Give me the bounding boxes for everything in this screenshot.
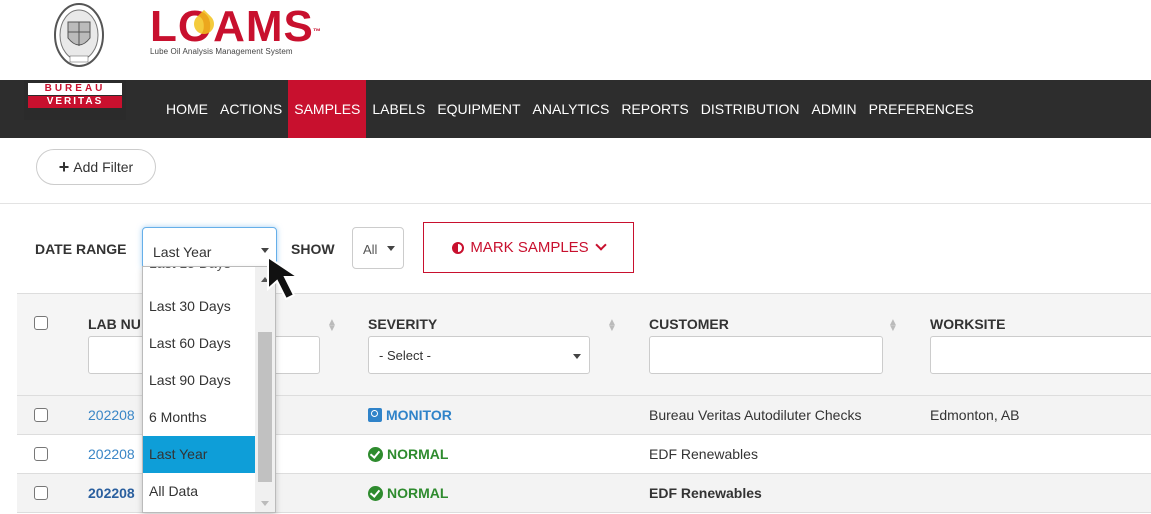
add-filter-label: Add Filter	[73, 159, 134, 175]
show-select[interactable]: All	[352, 227, 404, 269]
severity-filter-select[interactable]: - Select -	[368, 336, 590, 374]
lab-number-link[interactable]: 202208	[88, 407, 135, 423]
nav-item-preferences[interactable]: PREFERENCES	[863, 80, 980, 138]
scrollbar-thumb[interactable]	[258, 332, 272, 482]
check-circle-icon	[368, 485, 383, 501]
mark-samples-label: MARK SAMPLES	[470, 239, 589, 256]
customer-cell: EDF Renewables	[649, 485, 762, 501]
header-severity[interactable]: SEVERITY	[368, 316, 437, 332]
nav-item-admin[interactable]: ADMIN	[806, 80, 863, 138]
dropdown-option-6-months[interactable]: 6 Months	[143, 399, 255, 436]
mouse-cursor-icon	[266, 255, 316, 310]
plus-icon: +	[58, 157, 70, 177]
dropdown-option-last-30-days[interactable]: Last 30 Days	[143, 288, 255, 325]
nav-item-samples[interactable]: SAMPLES	[288, 80, 367, 138]
header-customer[interactable]: CUSTOMER	[649, 316, 729, 332]
caret-down-icon	[261, 248, 269, 253]
bv-logo-line2: VERITAS	[28, 96, 122, 108]
customer-cell: EDF Renewables	[649, 446, 758, 462]
worksite-filter-input[interactable]	[930, 336, 1151, 374]
dropdown-option-last-15-days[interactable]: Last 15 Days	[143, 267, 255, 275]
scroll-down-icon[interactable]	[261, 501, 269, 506]
date-range-label: DATE RANGE	[35, 241, 127, 257]
lab-number-link[interactable]: 202208	[88, 446, 135, 462]
app-name: LOAMS	[150, 2, 314, 51]
select-all-checkbox[interactable]	[34, 316, 48, 330]
header-lab-number[interactable]: LAB NU	[88, 316, 141, 332]
check-circle-icon	[368, 446, 383, 462]
date-range-value: Last Year	[153, 244, 212, 260]
severity-badge: NORMAL	[368, 485, 448, 501]
show-value: All	[363, 242, 378, 257]
severity-badge: MONITOR	[368, 407, 452, 423]
severity-badge: NORMAL	[368, 446, 448, 462]
sort-icon[interactable]: ▲ ▼	[888, 318, 898, 334]
sort-icon[interactable]: ▲ ▼	[327, 318, 337, 334]
dropdown-option-last-60-days[interactable]: Last 60 Days	[143, 325, 255, 362]
nav-item-actions[interactable]: ACTIONS	[214, 80, 288, 138]
nav-item-labels[interactable]: LABELS	[366, 80, 431, 138]
caret-down-icon	[387, 246, 395, 251]
bureau-veritas-logo: BUREAU VERITAS	[24, 80, 126, 120]
nav-item-distribution[interactable]: DISTRIBUTION	[695, 80, 806, 138]
customer-cell: Bureau Veritas Autodiluter Checks	[649, 407, 862, 423]
bureau-veritas-seal-logo	[30, 0, 128, 70]
severity-placeholder: - Select -	[379, 348, 432, 363]
contrast-icon	[452, 241, 465, 254]
chevron-down-icon	[595, 239, 607, 251]
bv-logo-line1: BUREAU	[28, 83, 122, 95]
dropdown-option-last-90-days[interactable]: Last 90 Days	[143, 362, 255, 399]
date-range-select[interactable]: Last Year	[142, 227, 277, 269]
row-checkbox[interactable]	[34, 447, 48, 461]
lab-number-link[interactable]: 202208	[88, 485, 135, 501]
dropdown-option-all-data[interactable]: All Data	[143, 473, 255, 510]
sort-icon[interactable]: ▲ ▼	[607, 318, 617, 334]
dropdown-option-last-year[interactable]: Last Year	[143, 436, 255, 473]
worksite-cell: Edmonton, AB	[930, 407, 1020, 423]
caret-down-icon	[573, 354, 581, 359]
date-range-dropdown-list[interactable]: Last 15 Days Last 30 Days Last 60 Days L…	[142, 266, 276, 513]
mark-samples-button[interactable]: MARK SAMPLES	[423, 222, 634, 273]
row-checkbox[interactable]	[34, 408, 48, 422]
nav-item-analytics[interactable]: ANALYTICS	[527, 80, 616, 138]
nav-menu: HOME ACTIONS SAMPLES LABELS EQUIPMENT AN…	[160, 80, 980, 138]
nav-item-reports[interactable]: REPORTS	[615, 80, 694, 138]
add-filter-button[interactable]: + Add Filter	[36, 149, 156, 185]
nav-item-home[interactable]: HOME	[160, 80, 214, 138]
loams-logo: LOAMS ™ Lube Oil Analysis Management Sys…	[150, 2, 322, 57]
customer-filter-input[interactable]	[649, 336, 883, 374]
magnifier-icon	[368, 408, 382, 422]
row-checkbox[interactable]	[34, 486, 48, 500]
nav-item-equipment[interactable]: EQUIPMENT	[431, 80, 526, 138]
main-navbar: HOME ACTIONS SAMPLES LABELS EQUIPMENT AN…	[0, 80, 1151, 138]
divider	[0, 203, 1151, 204]
header-worksite[interactable]: WORKSITE	[930, 316, 1005, 332]
